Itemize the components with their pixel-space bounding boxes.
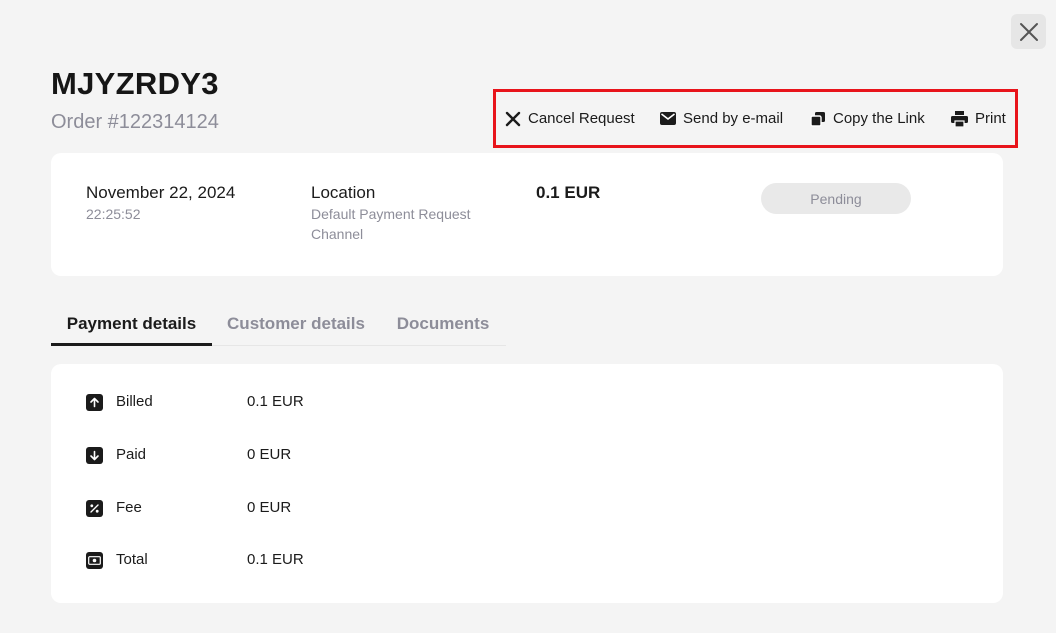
print-button[interactable]: Print bbox=[951, 92, 1006, 145]
tab-documents[interactable]: Documents bbox=[380, 305, 506, 343]
envelope-icon bbox=[660, 112, 676, 125]
billed-label: Billed bbox=[116, 393, 153, 410]
order-number: Order #122314124 bbox=[51, 111, 219, 133]
order-summary-card: November 22, 2024 22:25:52 Location Defa… bbox=[51, 153, 1003, 276]
copy-icon bbox=[810, 111, 826, 127]
total-label: Total bbox=[116, 551, 148, 568]
location-value: Default Payment Request Channel bbox=[311, 206, 471, 242]
percent-icon bbox=[86, 500, 103, 517]
send-email-label: Send by e-mail bbox=[683, 110, 784, 127]
paid-value: 0 EUR bbox=[247, 446, 292, 463]
copy-link-button[interactable]: Copy the Link bbox=[810, 92, 925, 145]
total-value: 0.1 EUR bbox=[247, 551, 304, 568]
action-toolbar: Cancel Request Send by e-mail Copy the L… bbox=[493, 89, 1018, 148]
location-label: Location bbox=[311, 183, 376, 202]
payment-details-card: Billed 0.1 EUR Paid 0 EUR Fee 0 EUR Tota… bbox=[51, 364, 1003, 603]
paid-row: Paid 0 EUR bbox=[86, 445, 486, 465]
print-label: Print bbox=[975, 110, 1006, 127]
fee-row: Fee 0 EUR bbox=[86, 498, 486, 518]
arrow-up-icon bbox=[86, 394, 103, 411]
send-email-button[interactable]: Send by e-mail bbox=[660, 92, 783, 145]
order-date: November 22, 2024 bbox=[86, 183, 236, 202]
fee-value: 0 EUR bbox=[247, 499, 292, 516]
paid-label: Paid bbox=[116, 446, 147, 463]
order-time: 22:25:52 bbox=[86, 206, 141, 222]
close-icon bbox=[1019, 22, 1038, 41]
arrow-down-icon bbox=[86, 447, 103, 464]
order-amount: 0.1 EUR bbox=[536, 183, 601, 202]
tab-payment-details[interactable]: Payment details bbox=[51, 305, 212, 346]
billed-value: 0.1 EUR bbox=[247, 393, 304, 410]
billed-row: Billed 0.1 EUR bbox=[86, 392, 486, 412]
printer-icon bbox=[951, 110, 968, 127]
banknote-icon bbox=[86, 552, 103, 569]
status-badge: Pending bbox=[761, 183, 911, 214]
cancel-request-button[interactable]: Cancel Request bbox=[505, 92, 635, 145]
tab-customer-details[interactable]: Customer details bbox=[212, 305, 380, 343]
close-icon bbox=[505, 111, 521, 127]
page-title: MJYZRDY3 bbox=[51, 66, 219, 101]
order-detail-modal: MJYZRDY3 Order #122314124 Cancel Request… bbox=[0, 0, 1056, 633]
cancel-request-label: Cancel Request bbox=[528, 110, 635, 127]
total-row: Total 0.1 EUR bbox=[86, 550, 486, 570]
close-button[interactable] bbox=[1011, 14, 1046, 49]
copy-link-label: Copy the Link bbox=[833, 110, 925, 127]
fee-label: Fee bbox=[116, 499, 142, 516]
tab-bar: Payment details Customer details Documen… bbox=[51, 305, 506, 346]
